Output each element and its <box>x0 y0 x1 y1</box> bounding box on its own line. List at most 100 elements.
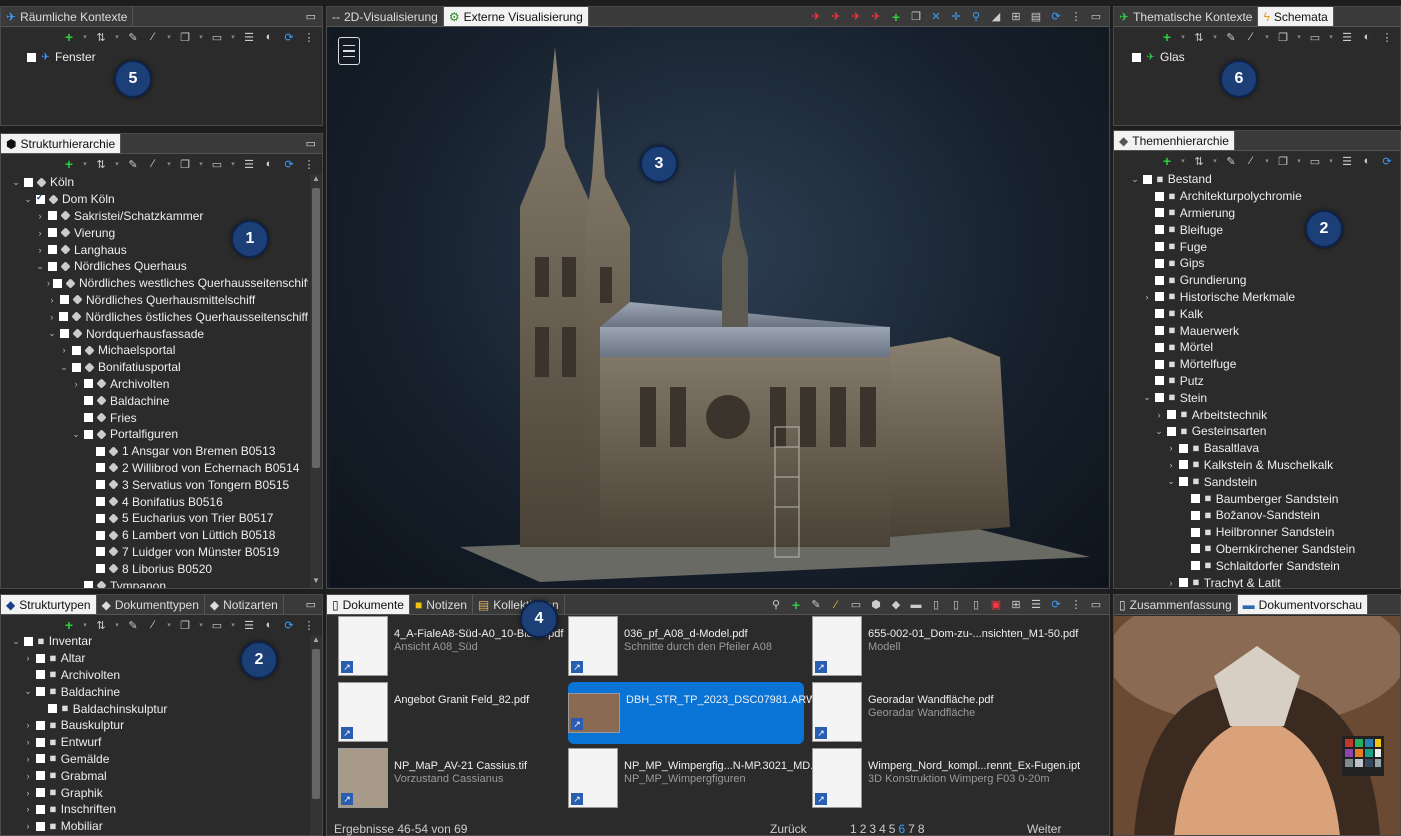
pin-red-icon[interactable]: ✈ <box>809 10 823 24</box>
checkbox[interactable] <box>36 821 45 831</box>
list-item[interactable]: ✈ Fenster <box>27 49 308 66</box>
checkbox[interactable] <box>1155 376 1164 386</box>
copy-icon[interactable]: ❐ <box>178 30 192 44</box>
tree-item[interactable]: › ◆ Mobiliar <box>11 818 308 835</box>
checkbox[interactable] <box>1191 510 1200 520</box>
move-icon[interactable]: ⇅ <box>94 157 108 171</box>
page-number[interactable]: 6 <box>898 822 906 836</box>
checkbox[interactable] <box>1155 393 1164 403</box>
more-icon[interactable]: ⋮ <box>1380 30 1394 44</box>
copy-icon[interactable]: ❐ <box>1276 154 1290 168</box>
add-icon[interactable]: + <box>1160 153 1174 169</box>
tree-item[interactable]: › ◆ Grabmal <box>11 767 308 784</box>
checkbox[interactable] <box>48 211 57 221</box>
zoom-icon[interactable]: ⚲ <box>969 10 983 24</box>
tree-item[interactable]: ◆ Putz <box>1130 373 1400 390</box>
pencil-icon[interactable]: ∕ <box>146 618 160 632</box>
dropdown-icon[interactable]: ▾ <box>1180 154 1186 168</box>
chevron-down-icon[interactable]: ⌄ <box>1142 392 1152 403</box>
document-item[interactable]: ↗ 655-002-01_Dom-zu-...nsichten_M1-50.pdf… <box>812 616 1078 678</box>
scrollbar[interactable]: ▲ <box>310 635 322 835</box>
tab-zusammenfassung[interactable]: ▯ Zusammenfassung <box>1114 595 1238 614</box>
tree-item[interactable]: ⌄ ◆ Baldachine <box>11 683 308 700</box>
refresh-icon[interactable]: ⟳ <box>1049 10 1063 24</box>
chevron-right-icon[interactable]: › <box>23 788 33 798</box>
chevron-right-icon[interactable]: › <box>47 312 56 322</box>
tree-item[interactable]: › ◆ Historische Merkmale <box>1130 289 1400 306</box>
checkbox[interactable] <box>96 480 105 490</box>
pin-red-icon[interactable]: ✈ <box>869 10 883 24</box>
checkbox[interactable] <box>1167 426 1176 436</box>
checkbox[interactable] <box>1155 275 1164 285</box>
edit-doc-icon[interactable]: ✎ <box>1224 30 1238 44</box>
tree-item[interactable]: 3 Servatius von Tongern B0515 <box>11 476 308 493</box>
tree-item[interactable]: ◆ Bleifuge <box>1130 221 1400 238</box>
copy-icon[interactable]: ❐ <box>178 157 192 171</box>
edit-doc-icon[interactable]: ✎ <box>809 598 823 612</box>
bulb-icon[interactable]: ◐ <box>1360 30 1374 44</box>
chevron-right-icon[interactable]: › <box>1166 578 1176 588</box>
tree-item[interactable]: ◆ Mauerwerk <box>1130 322 1400 339</box>
checkbox[interactable] <box>96 530 105 540</box>
list-item[interactable]: ✈ Glas <box>1132 49 1386 66</box>
checkbox[interactable] <box>36 192 45 204</box>
pencil-icon[interactable]: ∕ <box>1244 154 1258 168</box>
checkbox[interactable] <box>1155 309 1164 319</box>
layers-icon[interactable]: ▤ <box>1029 10 1043 24</box>
tree-item[interactable]: ⌄ Nordquerhausfassade <box>11 325 308 342</box>
dropdown-icon[interactable]: ▾ <box>114 157 120 171</box>
bulb-icon[interactable]: ◐ <box>1360 154 1374 168</box>
dropdown-icon[interactable]: ▾ <box>198 618 204 632</box>
dropdown-icon[interactable]: ▾ <box>1264 30 1270 44</box>
tab-externe-visualisierung[interactable]: ⚙ Externe Visualisierung <box>443 7 589 26</box>
tree-item[interactable]: › ◆ Bauskulptur <box>11 717 308 734</box>
tab-strukturtypen[interactable]: ◆ Strukturtypen <box>1 595 97 614</box>
pin-red-icon[interactable]: ✈ <box>849 10 863 24</box>
edit-doc-icon[interactable]: ✎ <box>126 618 140 632</box>
checkbox[interactable] <box>60 295 69 305</box>
chevron-right-icon[interactable]: › <box>71 379 81 389</box>
document-item[interactable]: ↗ NP_MP_Wimpergfig...N-MP.3021_MD.pdf NP_M… <box>568 748 829 810</box>
checkbox[interactable] <box>1191 544 1200 554</box>
tree-item[interactable]: 8 Liborius B0520 <box>11 560 308 577</box>
checkbox[interactable] <box>1155 326 1164 336</box>
more-icon[interactable]: ⋮ <box>1069 10 1083 24</box>
checkbox[interactable] <box>72 345 81 355</box>
dropdown-icon[interactable]: ▾ <box>198 157 204 171</box>
dropdown-icon[interactable]: ▾ <box>230 157 236 171</box>
scrollbar[interactable]: ▲ ▼ <box>310 174 322 588</box>
checkbox[interactable] <box>72 362 81 372</box>
tree-item[interactable]: 6 Lambert von Lüttich B0518 <box>11 527 308 544</box>
document-item[interactable]: ↗ Georadar Wandfläche.pdf Georadar Wandflä… <box>812 682 1037 744</box>
dropdown-icon[interactable]: ▾ <box>166 618 172 632</box>
checkbox[interactable] <box>96 463 105 473</box>
tab-dokumentvorschau[interactable]: ▬ Dokumentvorschau <box>1237 595 1369 614</box>
tree-item[interactable]: › Sakristei/Schatzkammer <box>11 208 308 225</box>
view-icon[interactable]: ▭ <box>1308 30 1322 44</box>
chevron-down-icon[interactable]: ⌄ <box>11 177 21 188</box>
dropdown-icon[interactable]: ▾ <box>114 30 120 44</box>
chevron-down-icon[interactable]: ⌄ <box>35 261 45 272</box>
scroll-up-icon[interactable]: ▲ <box>310 174 322 186</box>
checkbox[interactable] <box>36 670 45 680</box>
tree-item[interactable]: ◆ Mörtelfuge <box>1130 356 1400 373</box>
bulb-icon[interactable]: ◐ <box>262 618 276 632</box>
document-icon[interactable]: ▯ <box>929 598 943 612</box>
pencil-icon[interactable]: ∕ <box>1244 30 1258 44</box>
scroll-thumb[interactable] <box>312 649 320 799</box>
chevron-down-icon[interactable]: ⌄ <box>1154 426 1164 437</box>
checkbox[interactable] <box>1155 242 1164 252</box>
tree-item[interactable]: ◆ Baldachinskulptur <box>11 700 308 717</box>
chevron-right-icon[interactable]: › <box>35 211 45 221</box>
page-number[interactable]: 1 <box>850 822 858 836</box>
checkbox[interactable] <box>36 653 45 663</box>
checkbox[interactable] <box>60 329 69 339</box>
tree-item[interactable]: ⌄ ◆ Gesteinsarten <box>1130 423 1400 440</box>
checkbox[interactable] <box>1155 359 1164 369</box>
tree-item[interactable]: 4 Bonifatius B0516 <box>11 493 308 510</box>
checkbox[interactable] <box>24 177 33 187</box>
checkbox[interactable] <box>96 446 105 456</box>
refresh-icon[interactable]: ⟳ <box>282 157 296 171</box>
checkbox[interactable] <box>36 804 45 814</box>
tree-item[interactable]: ⌄ Dom Köln <box>11 191 308 208</box>
